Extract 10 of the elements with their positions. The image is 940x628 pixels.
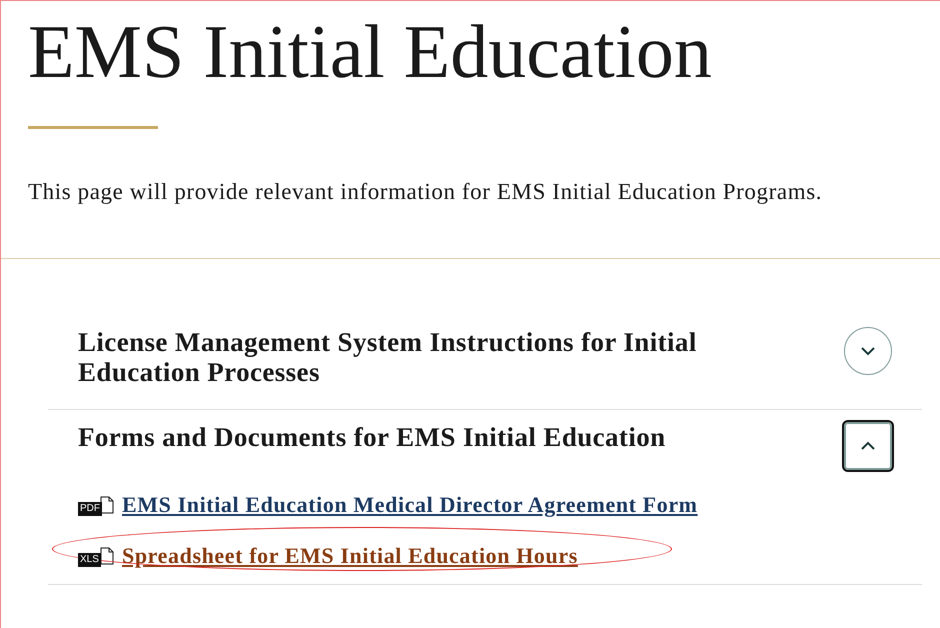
- chevron-up-icon: [860, 441, 876, 452]
- page-title: EMS Initial Education: [28, 9, 713, 96]
- document-link[interactable]: EMS Initial Education Medical Director Agreement Form: [122, 488, 698, 522]
- chevron-down-icon: [860, 346, 876, 356]
- accordion-heading[interactable]: Forms and Documents for EMS Initial Education: [78, 422, 666, 453]
- intro-text: This page will provide relevant information for EMS Initial Education Programs.: [28, 178, 824, 206]
- expand-button[interactable]: [844, 326, 892, 375]
- accordion-heading[interactable]: License Management System Instructions for Initial Education Processes: [78, 326, 778, 388]
- document-link[interactable]: Spreadsheet for EMS Initial Education Hours: [122, 539, 578, 572]
- collapse-button[interactable]: [844, 422, 892, 470]
